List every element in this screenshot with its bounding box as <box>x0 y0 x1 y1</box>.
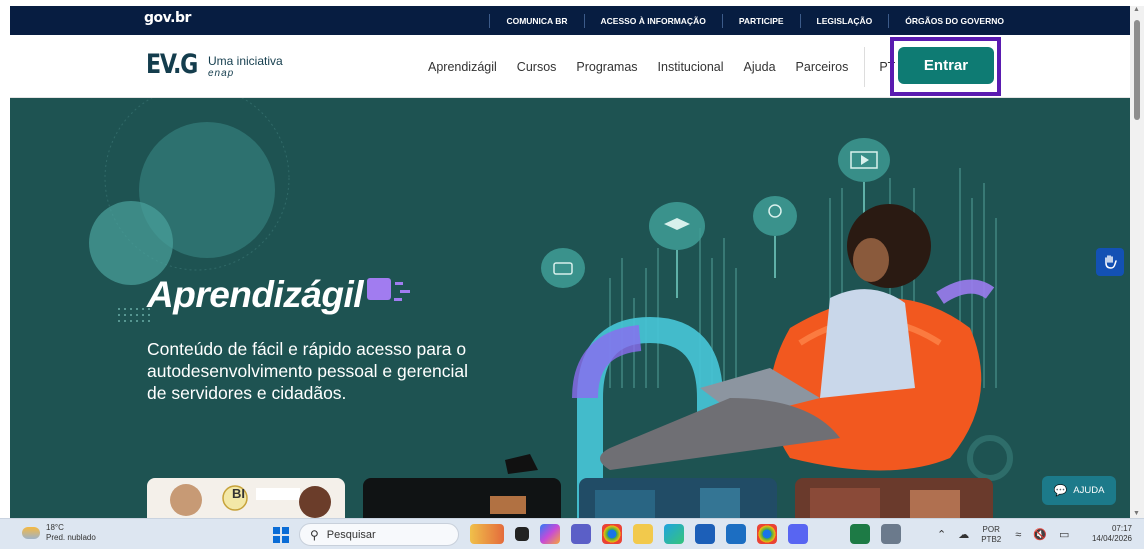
keyboard-layout-code: PTB2 <box>981 534 1002 544</box>
chrome-icon[interactable] <box>602 524 622 544</box>
scroll-down-icon[interactable]: ▼ <box>1133 510 1140 517</box>
govbr-link-orgaos[interactable]: ÓRGÃOS DO GOVERNO <box>888 13 1020 28</box>
copilot-icon[interactable] <box>540 524 560 544</box>
govbr-link-participe[interactable]: PARTICIPE <box>721 13 800 28</box>
taskbar-search-placeholder: Pesquisar <box>326 528 376 541</box>
onedrive-icon[interactable]: ☁ <box>958 528 969 541</box>
evg-logo[interactable]: EV.G Uma iniciativa enap <box>146 49 283 81</box>
decor-dot-grid <box>118 308 150 322</box>
discord-icon[interactable] <box>788 524 808 544</box>
person-shirt <box>820 289 915 398</box>
nav-aprendizagil[interactable]: Aprendizágil <box>428 60 497 74</box>
calculator-icon[interactable] <box>881 524 901 544</box>
weather-info: 18°C Pred. nublado <box>46 523 96 543</box>
logo-subtitle: Uma iniciativa <box>208 54 283 68</box>
windows-taskbar: 18°C Pred. nublado ⚲ Pesquisar ⌃ ☁ POR P… <box>0 518 1144 549</box>
person-face <box>853 238 889 282</box>
scroll-up-icon[interactable]: ▲ <box>1133 6 1140 13</box>
taskbar-apps <box>470 524 912 544</box>
govbr-link-acesso[interactable]: ACESSO À INFORMAÇÃO <box>583 13 722 28</box>
search-icon: ⚲ <box>310 527 319 542</box>
nav-cursos[interactable]: Cursos <box>517 60 557 74</box>
nav-parceiros[interactable]: Parceiros <box>796 60 849 74</box>
hero-title: Aprendizágil <box>147 274 364 315</box>
weather-desc: Pred. nublado <box>46 533 96 542</box>
word-icon[interactable] <box>695 524 715 544</box>
clock-date: 14/04/2026 <box>1091 534 1132 543</box>
cloud-sun-icon <box>22 527 40 539</box>
taskbar-clock[interactable]: 07:17 14/04/2026 <box>1072 524 1132 544</box>
taskbar-spacer <box>819 524 839 544</box>
wifi-icon[interactable]: ≈ <box>1015 529 1021 541</box>
chat-icon: 💬 <box>1053 485 1068 497</box>
logo-tagline: Uma iniciativa enap <box>208 54 283 80</box>
nav-programas[interactable]: Programas <box>576 60 637 74</box>
clock-time: 07:17 <box>1111 524 1132 533</box>
course-card-1[interactable] <box>147 478 345 518</box>
award-icon <box>753 196 797 278</box>
speaker-muted-icon[interactable]: 🔇 <box>1033 528 1047 541</box>
weather-temp: 18°C <box>46 523 64 532</box>
keyboard-language[interactable]: POR PTB2 <box>981 525 1001 545</box>
hero-description: Conteúdo de fácil e rápido acesso para o… <box>147 339 469 403</box>
login-button[interactable]: Entrar <box>898 47 994 84</box>
widgets-icon[interactable] <box>470 524 504 544</box>
weather-widget[interactable]: 18°C Pred. nublado <box>22 523 96 543</box>
outlook-icon[interactable] <box>726 524 746 544</box>
chrome-profile-icon[interactable] <box>757 524 777 544</box>
scroll-thumb[interactable] <box>1134 20 1140 120</box>
accessibility-hand-icon[interactable] <box>1096 248 1124 276</box>
edge-icon[interactable] <box>664 524 684 544</box>
govbr-bar: gov.br COMUNICA BR ACESSO À INFORMAÇÃO P… <box>10 6 1130 35</box>
site-header: EV.G Uma iniciativa enap Aprendizágil Cu… <box>10 35 1130 98</box>
main-nav: Aprendizágil Cursos Programas Institucio… <box>428 35 910 98</box>
govbr-logo[interactable]: gov.br <box>144 10 191 26</box>
person-shoes <box>505 454 538 474</box>
page-scrollbar[interactable]: ▲ ▼ <box>1130 6 1144 518</box>
system-tray: ⌃ ☁ POR PTB2 ≈ 🔇 ▭ <box>937 523 1081 546</box>
govbr-links: COMUNICA BR ACESSO À INFORMAÇÃO PARTICIP… <box>489 6 1020 35</box>
help-chat-button[interactable]: 💬 AJUDA <box>1042 476 1116 505</box>
nav-divider <box>864 46 866 87</box>
battery-icon[interactable]: ▭ <box>1059 528 1069 541</box>
help-label: AJUDA <box>1073 485 1105 496</box>
logo-wordmark: EV.G <box>146 49 198 80</box>
windows-start-icon[interactable] <box>273 527 289 543</box>
keyboard-lang-code: POR <box>982 524 1000 534</box>
file-explorer-icon[interactable] <box>633 524 653 544</box>
govbr-link-comunica[interactable]: COMUNICA BR <box>489 13 583 28</box>
course-card-3[interactable] <box>579 478 777 518</box>
decor-circle-small <box>89 201 173 285</box>
nav-ajuda[interactable]: Ajuda <box>744 60 776 74</box>
taskbar-search[interactable]: ⚲ Pesquisar <box>299 523 459 546</box>
course-card-label: BI <box>232 486 245 501</box>
decor-ring <box>967 435 1013 481</box>
nav-institucional[interactable]: Institucional <box>658 60 724 74</box>
govbr-link-legislacao[interactable]: LEGISLAÇÃO <box>799 13 889 28</box>
hand-icon <box>1105 255 1117 269</box>
task-view-icon[interactable] <box>515 527 529 541</box>
course-card-4[interactable] <box>795 478 993 518</box>
browser-page: gov.br COMUNICA BR ACESSO À INFORMAÇÃO P… <box>0 0 1144 549</box>
title-accent-icon <box>367 278 410 301</box>
course-card-2[interactable] <box>363 478 561 518</box>
decor-loop-purple <box>572 325 642 399</box>
logo-enap: enap <box>208 68 235 79</box>
excel-icon[interactable] <box>850 524 870 544</box>
briefcase-icon <box>541 248 585 288</box>
chevron-up-icon[interactable]: ⌃ <box>937 528 946 541</box>
decor-stroke-violet <box>936 279 995 304</box>
hero-banner: Aprendizágil Conteúdo de fácil e rápido … <box>10 98 1130 518</box>
teams-icon[interactable] <box>571 524 591 544</box>
